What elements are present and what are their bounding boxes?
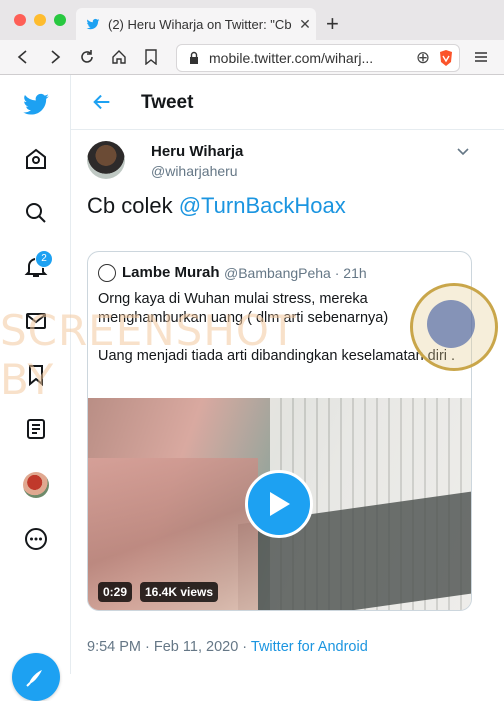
tab-close-icon[interactable]: ✕ [294,16,316,33]
twitter-logo-icon[interactable] [22,90,50,118]
lists-icon[interactable] [22,415,50,443]
tab-title: (2) Heru Wiharja on Twitter: "Cb c [108,16,294,32]
author-handle[interactable]: @wiharjaheru [151,163,238,179]
nav-bar: mobile.twitter.com/wiharj... ⊕ [0,40,504,74]
quoted-author-avatar [98,264,116,282]
tweet-text-content: Cb colek [87,193,179,218]
twitter-bird-icon [86,18,100,30]
quoted-author-meta: @BambangPeha · 21h [224,265,367,281]
browser-chrome: (2) Heru Wiharja on Twitter: "Cb c ✕ + m… [0,0,504,75]
add-bookmark-icon[interactable]: ⊕ [413,48,433,68]
video-views: 16.4K views [140,582,219,602]
minimize-window-button[interactable] [34,14,46,26]
tweet-date[interactable]: Feb 11, 2020 [154,639,238,655]
notifications-badge: 2 [35,250,53,268]
tweet-text: Cb colek @TurnBackHoax [87,193,346,219]
reload-icon[interactable] [76,46,98,68]
browser-tab[interactable]: (2) Heru Wiharja on Twitter: "Cb c ✕ [76,8,316,40]
title-bar: (2) Heru Wiharja on Twitter: "Cb c ✕ + [0,0,504,40]
tweet-time[interactable]: 9:54 PM [87,639,141,655]
profile-avatar[interactable] [22,471,50,499]
quoted-tweet[interactable]: Lambe Murah @BambangPeha · 21h Orng kaya… [87,251,472,611]
chevron-down-icon[interactable] [455,143,471,164]
back-arrow-icon[interactable] [91,91,113,118]
play-button[interactable] [245,470,313,538]
author-avatar[interactable] [87,141,125,179]
url-text: mobile.twitter.com/wiharj... [209,50,374,66]
quoted-author-handle: @BambangPeha [224,265,331,281]
forward-icon[interactable] [44,46,66,68]
home-icon[interactable] [108,46,130,68]
maximize-window-button[interactable] [54,14,66,26]
compose-tweet-button[interactable] [12,653,60,701]
back-icon[interactable] [12,46,34,68]
tweet-meta: 9:54 PM · Feb 11, 2020 · Twitter for And… [87,639,368,655]
mention-link[interactable]: @TurnBackHoax [179,193,346,218]
menu-icon[interactable] [470,46,492,68]
quoted-age: 21h [343,265,367,281]
quoted-author-name: Lambe Murah [122,264,220,281]
lock-icon [190,51,198,64]
close-window-button[interactable] [14,14,26,26]
watermark-text: SCREENSHOT BY [0,306,297,404]
video-player[interactable]: 0:29 16.4K views [88,398,471,610]
page-header: Tweet [71,75,504,130]
tweet-source[interactable]: Twitter for Android [251,639,368,655]
video-duration: 0:29 [98,582,133,602]
explore-search-icon[interactable] [22,199,50,227]
home-icon[interactable] [22,145,50,173]
bookmark-toolbar-icon[interactable] [140,46,162,68]
turnbackhoax-seal-logo [410,283,498,371]
page-title: Tweet [141,92,194,113]
more-options-icon[interactable] [22,525,50,553]
author-name[interactable]: Heru Wiharja [151,143,243,160]
new-tab-button[interactable]: + [326,10,339,38]
address-bar[interactable]: mobile.twitter.com/wiharj... ⊕ [176,44,460,72]
brave-shield-icon[interactable] [433,49,459,67]
